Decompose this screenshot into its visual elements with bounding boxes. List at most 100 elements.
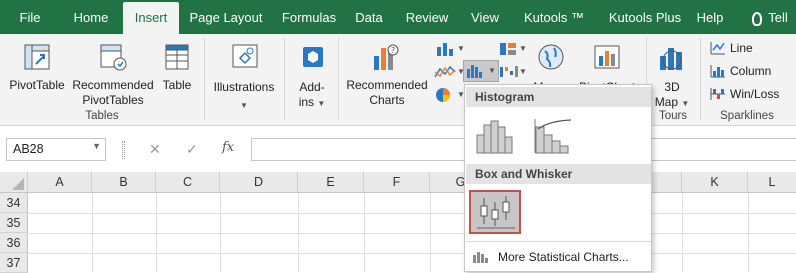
sparkline-column-button[interactable]: Column [708, 63, 788, 81]
addins-label-2: ins ▼ [298, 95, 326, 109]
row-header[interactable]: 35 [0, 213, 28, 233]
ribbon-insert: PivotTable Recommended PivotTables Table… [0, 34, 796, 126]
winloss-sparkline-icon [710, 88, 725, 100]
pivottable-button[interactable]: PivotTable [6, 40, 68, 106]
column-header[interactable]: C [156, 172, 220, 193]
pivottable-icon [24, 44, 50, 70]
illustrations-button[interactable]: Illustrations ▼ [208, 40, 280, 110]
tab-formulas[interactable]: Formulas [272, 0, 346, 34]
addins-icon [303, 47, 323, 67]
histogram-chart-option[interactable] [471, 115, 523, 159]
statistical-chart-button[interactable]: ▼ [463, 60, 499, 82]
column-header[interactable]: K [682, 172, 748, 193]
menu-divider [466, 241, 651, 242]
svg-text:?: ? [391, 46, 395, 55]
chevron-down-icon: ▼ [317, 99, 326, 108]
chevron-down-icon: ▼ [240, 101, 248, 110]
3d-map-label-1: 3D [664, 80, 680, 94]
resize-handle[interactable] [122, 141, 125, 159]
waterfall-chart-icon[interactable] [499, 64, 519, 80]
ribbon-separator [338, 38, 339, 120]
worksheet-grid[interactable]: A B C D E F G H I J K L 34 35 36 37 [0, 172, 796, 273]
illustrations-label: Illustrations [213, 80, 275, 94]
recommended-charts-button[interactable]: ? Recommended Charts [342, 40, 432, 107]
formula-bar: AB28 ▼ ✕ ✓ fx [0, 126, 796, 172]
recommended-charts-icon: ? [374, 44, 399, 70]
chevron-down-icon[interactable]: ▼ [92, 141, 101, 151]
recommended-pivottables-icon [100, 44, 127, 71]
tab-help[interactable]: Help [690, 0, 730, 34]
box-whisker-icon [477, 196, 515, 229]
grid-line [28, 213, 796, 214]
box-whisker-chart-option[interactable] [469, 190, 521, 234]
pareto-icon [534, 119, 572, 154]
grid-line [220, 193, 221, 272]
row-header[interactable]: 36 [0, 233, 28, 253]
tab-file[interactable]: File [0, 0, 60, 34]
tell-me-search[interactable]: Tell [744, 0, 796, 34]
grid-line [682, 193, 683, 272]
table-icon [165, 44, 189, 70]
statistic-chart-icon [467, 65, 482, 78]
statistic-chart-dropdown: Histogram Box and Whisker More Statistic… [464, 84, 652, 272]
sparkline-line-label: Line [730, 41, 753, 55]
lightbulb-icon [752, 11, 763, 26]
column-header[interactable]: E [298, 172, 364, 193]
line-chart-icon[interactable] [434, 64, 456, 80]
ribbon-tab-bar: File Home Insert Page Layout Formulas Da… [0, 0, 796, 38]
tab-home[interactable]: Home [62, 0, 120, 34]
pivottable-label: PivotTable [9, 78, 65, 92]
column-chart-icon[interactable] [436, 41, 456, 57]
table-label: Table [162, 78, 192, 92]
cancel-icon[interactable]: ✕ [149, 141, 161, 158]
table-button[interactable]: Table [158, 40, 196, 106]
sparkline-winloss-button[interactable]: Win/Loss [708, 86, 788, 104]
statistic-chart-icon [473, 252, 488, 263]
more-statistical-charts-label: More Statistical Charts... [498, 250, 629, 264]
name-box[interactable]: AB28 ▼ [6, 138, 106, 161]
sparklines-group-label: Sparklines [720, 110, 774, 122]
recommended-pivottables-label-1: Recommended [72, 78, 154, 92]
recommended-charts-label-2: Charts [369, 93, 405, 107]
addins-label-1: Add- [299, 80, 325, 94]
chevron-down-icon[interactable]: ▼ [457, 44, 465, 53]
histogram-icon [476, 120, 513, 154]
select-all-corner[interactable] [0, 172, 28, 193]
enter-icon[interactable]: ✓ [186, 141, 198, 158]
illustrations-icon [232, 44, 258, 68]
ribbon-separator [284, 38, 285, 120]
pareto-chart-option[interactable] [529, 115, 581, 159]
hierarchy-chart-icon[interactable] [499, 41, 519, 57]
tab-kutools-plus[interactable]: Kutools Plus [598, 0, 692, 34]
tab-review[interactable]: Review [398, 0, 456, 34]
line-sparkline-icon [710, 42, 725, 55]
3d-map-label-2: Map ▼ [654, 95, 690, 109]
tab-kutools[interactable]: Kutools ™ [514, 0, 594, 34]
grid-line [28, 253, 796, 254]
tab-view[interactable]: View [461, 0, 509, 34]
globe-icon [538, 44, 564, 70]
column-sparkline-icon [710, 65, 725, 78]
grid-line [430, 193, 431, 272]
tab-data[interactable]: Data [347, 0, 391, 34]
addins-button[interactable]: Add- ins ▼ [290, 40, 334, 109]
pivotchart-icon [594, 45, 620, 69]
grid-line [748, 193, 749, 272]
recommended-pivottables-button[interactable]: Recommended PivotTables [70, 40, 156, 107]
row-header[interactable]: 37 [0, 253, 28, 273]
column-header[interactable]: F [364, 172, 430, 193]
column-header[interactable]: A [28, 172, 92, 193]
tab-page-layout[interactable]: Page Layout [181, 0, 271, 34]
row-header[interactable]: 34 [0, 193, 28, 213]
tab-insert[interactable]: Insert [123, 2, 179, 38]
pie-chart-icon[interactable] [434, 86, 452, 104]
column-header[interactable]: D [220, 172, 298, 193]
insert-function-icon[interactable]: fx [222, 140, 234, 155]
sparkline-line-button[interactable]: Line [708, 40, 788, 58]
grid-line [28, 233, 796, 234]
column-header[interactable]: B [92, 172, 156, 193]
more-statistical-charts-item[interactable]: More Statistical Charts... [466, 245, 651, 269]
histogram-section-header: Histogram [466, 87, 651, 107]
3d-map-button[interactable]: 3D Map ▼ [650, 40, 694, 109]
column-header[interactable]: L [748, 172, 796, 193]
